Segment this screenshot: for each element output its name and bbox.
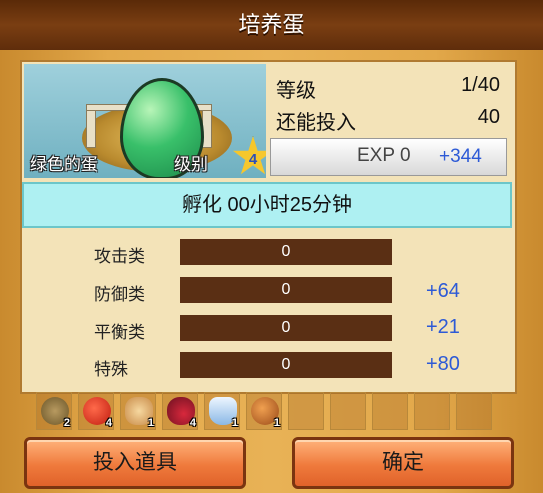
exp-label: EXP 0 xyxy=(357,145,411,166)
category-attack-label: 攻击类 xyxy=(94,247,145,266)
item-slot-2[interactable]: 4 xyxy=(78,392,114,430)
invest-value: 40 xyxy=(477,106,500,128)
item-slot-empty[interactable] xyxy=(456,392,492,430)
level-row: 等级 1/40 xyxy=(276,74,500,103)
level-label: 等级 xyxy=(276,80,316,102)
egg-portrait: 绿色的蛋 级别 4 xyxy=(24,64,266,178)
category-attack-bar: 0 xyxy=(180,239,392,265)
rank-glyph: 4 xyxy=(248,150,258,168)
category-balance-bar: 0 xyxy=(180,315,392,341)
item-qty: 1 xyxy=(273,417,280,429)
category-balance-gain: +21 xyxy=(426,316,460,338)
item-qty: 1 xyxy=(147,417,154,429)
invest-row: 还能投入 40 xyxy=(276,106,500,135)
category-special-label: 特殊 xyxy=(94,360,128,379)
exp-gain: +344 xyxy=(439,146,482,167)
item-qty: 2 xyxy=(63,417,70,429)
item-slot-1[interactable]: 2 xyxy=(36,392,72,430)
item-slot-6[interactable]: 1 xyxy=(246,392,282,430)
egg-name: 绿色的蛋 xyxy=(30,155,98,174)
item-qty: 1 xyxy=(231,417,238,429)
item-slot-empty[interactable] xyxy=(288,392,324,430)
item-slot-5[interactable]: 1 xyxy=(204,392,240,430)
invest-items-button[interactable]: 投入道具 xyxy=(24,437,246,489)
item-qty: 4 xyxy=(105,417,112,429)
category-special-bar: 0 xyxy=(180,352,392,378)
exp-bar: EXP 0 +344 xyxy=(270,138,507,176)
category-defense-gain: +64 xyxy=(426,280,460,302)
item-slot-3[interactable]: 1 xyxy=(120,392,156,430)
category-special-gain: +80 xyxy=(426,353,460,375)
hatch-timer: 孵化 00小时25分钟 xyxy=(22,182,512,228)
item-qty: 4 xyxy=(189,417,196,429)
window-title: 培养蛋 xyxy=(0,0,543,53)
category-defense-bar: 0 xyxy=(180,277,392,303)
fence-left xyxy=(86,106,96,148)
egg-level-label: 级别 xyxy=(174,155,208,174)
invest-label: 还能投入 xyxy=(276,112,356,134)
confirm-button[interactable]: 确定 xyxy=(292,437,514,489)
category-balance-label: 平衡类 xyxy=(94,323,145,342)
item-slot-empty[interactable] xyxy=(414,392,450,430)
category-defense-label: 防御类 xyxy=(94,285,145,304)
item-slot-4[interactable]: 4 xyxy=(162,392,198,430)
item-slot-empty[interactable] xyxy=(372,392,408,430)
item-slot-empty[interactable] xyxy=(330,392,366,430)
star-rank-icon: 4 xyxy=(232,136,266,175)
level-value: 1/40 xyxy=(461,74,500,96)
